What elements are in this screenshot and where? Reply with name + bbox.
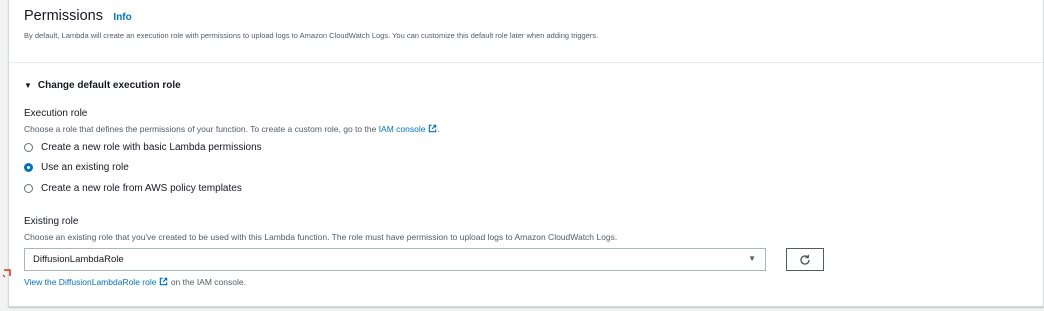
radio-label: Use an existing role	[41, 162, 129, 173]
refresh-icon	[800, 254, 810, 265]
radio-label: Create a new role with basic Lambda perm…	[41, 142, 262, 153]
radio-use-existing-role[interactable]: Use an existing role	[24, 162, 129, 173]
divider	[9, 62, 1043, 63]
existing-role-description: Choose an existing role that you've crea…	[24, 232, 618, 242]
execution-role-label: Execution role	[24, 108, 88, 119]
execution-role-description: Choose a role that defines the permissio…	[24, 124, 440, 134]
corner-marker-icon	[2, 269, 11, 278]
iam-console-link[interactable]: IAM console	[379, 124, 426, 134]
existing-role-select[interactable]: DiffusionLambdaRole ▼	[24, 248, 766, 271]
toggle-label: Change default execution role	[37, 80, 181, 91]
view-role-line: View the DiffusionLambdaRole role on the…	[24, 277, 246, 287]
existing-role-label: Existing role	[24, 216, 79, 227]
view-role-suffix: on the IAM console.	[168, 277, 246, 287]
refresh-button[interactable]	[786, 248, 824, 271]
permissions-panel: Permissions Info By default, Lambda will…	[8, 0, 1044, 307]
panel-title: Permissions	[24, 8, 103, 24]
execution-role-desc-prefix: Choose a role that defines the permissio…	[24, 124, 379, 134]
panel-header: Permissions Info	[24, 7, 1033, 25]
caret-down-icon: ▼	[24, 81, 32, 90]
change-execution-role-toggle[interactable]: ▼ Change default execution role	[24, 80, 181, 91]
info-link[interactable]: Info	[113, 12, 131, 23]
select-value: DiffusionLambdaRole	[33, 254, 124, 265]
radio-create-basic-role[interactable]: Create a new role with basic Lambda perm…	[24, 142, 262, 153]
caret-down-icon: ▼	[748, 254, 756, 263]
radio-button[interactable]	[24, 184, 33, 193]
radio-button-selected[interactable]	[24, 163, 33, 172]
radio-button[interactable]	[24, 143, 33, 152]
panel-description: By default, Lambda will create an execut…	[24, 31, 599, 40]
execution-role-desc-suffix: .	[437, 124, 440, 134]
view-role-link[interactable]: View the DiffusionLambdaRole role	[24, 277, 156, 287]
radio-create-from-templates[interactable]: Create a new role from AWS policy templa…	[24, 183, 242, 194]
radio-label: Create a new role from AWS policy templa…	[41, 183, 242, 194]
